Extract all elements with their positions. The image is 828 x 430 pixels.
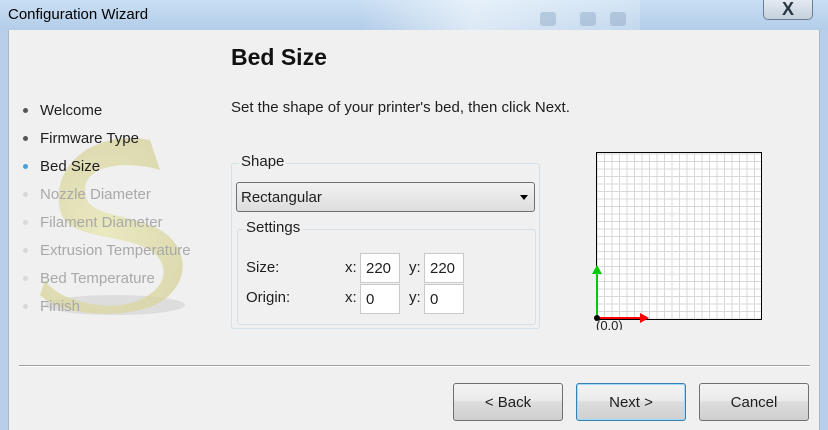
taskbar-ghost-icon — [580, 12, 596, 26]
step-extrusion-temperature: Extrusion Temperature — [22, 236, 191, 264]
window-title: Configuration Wizard — [8, 6, 149, 23]
step-nozzle-diameter: Nozzle Diameter — [22, 180, 191, 208]
step-bullet-icon — [23, 303, 28, 309]
step-bullet-icon — [23, 135, 28, 141]
origin-label: Origin: — [246, 289, 291, 306]
shape-group-label: Shape — [239, 153, 287, 170]
step-bullet-icon — [23, 107, 28, 113]
cancel-button[interactable]: Cancel — [699, 383, 809, 421]
taskbar-ghost-icon — [610, 12, 626, 26]
size-y-label: y: — [409, 259, 421, 276]
instruction-text: Set the shape of your printer's bed, the… — [231, 99, 570, 116]
origin-x-input[interactable]: 0 — [360, 284, 400, 314]
button-separator — [19, 365, 810, 367]
step-bullet-icon — [23, 275, 28, 281]
step-bullet-icon — [23, 191, 28, 197]
wizard-steps: Welcome Firmware Type Bed Size Nozzle Di… — [22, 96, 191, 320]
step-bullet-icon — [23, 219, 28, 225]
size-y-input[interactable]: 220 — [424, 253, 464, 283]
size-x-label: x: — [345, 259, 357, 276]
origin-coordinate-label: (0,0) — [596, 318, 623, 330]
title-bar-background — [360, 0, 640, 30]
y-axis-arrow-icon — [592, 265, 602, 274]
step-label: Finish — [40, 297, 81, 315]
step-label: Firmware Type — [40, 129, 139, 147]
step-label: Bed Size — [40, 157, 101, 175]
origin-y-input[interactable]: 0 — [424, 284, 464, 314]
settings-group-label: Settings — [243, 219, 304, 236]
step-label: Bed Temperature — [40, 269, 155, 287]
step-label: Nozzle Diameter — [40, 185, 151, 203]
step-bullet-icon — [23, 163, 28, 169]
shape-dropdown[interactable]: Rectangular — [236, 182, 535, 212]
back-button[interactable]: < Back — [453, 383, 563, 421]
window-frame-left — [0, 30, 8, 430]
step-label: Filament Diameter — [40, 213, 163, 231]
step-finish: Finish — [22, 292, 191, 320]
step-label: Extrusion Temperature — [40, 241, 191, 259]
title-bar[interactable]: Configuration Wizard X — [0, 0, 828, 30]
size-x-input[interactable]: 220 — [360, 253, 400, 283]
taskbar-ghost-icon — [540, 12, 556, 26]
step-label: Welcome — [40, 101, 103, 119]
origin-x-label: x: — [345, 289, 357, 306]
close-icon: X — [781, 0, 794, 19]
page-title: Bed Size — [231, 44, 327, 70]
window-frame-right — [820, 30, 828, 430]
dropdown-arrow-icon — [520, 195, 528, 200]
step-bed-temperature: Bed Temperature — [22, 264, 191, 292]
step-filament-diameter: Filament Diameter — [22, 208, 191, 236]
step-firmware-type: Firmware Type — [22, 124, 191, 152]
origin-y-label: y: — [409, 289, 421, 306]
close-button[interactable]: X — [763, 0, 813, 20]
step-welcome: Welcome — [22, 96, 191, 124]
shape-dropdown-value: Rectangular — [241, 188, 322, 206]
x-axis-arrow-icon — [640, 313, 649, 323]
size-label: Size: — [246, 259, 280, 276]
step-bed-size: Bed Size — [22, 152, 191, 180]
step-bullet-icon — [23, 247, 28, 253]
next-button[interactable]: Next > — [576, 383, 686, 421]
